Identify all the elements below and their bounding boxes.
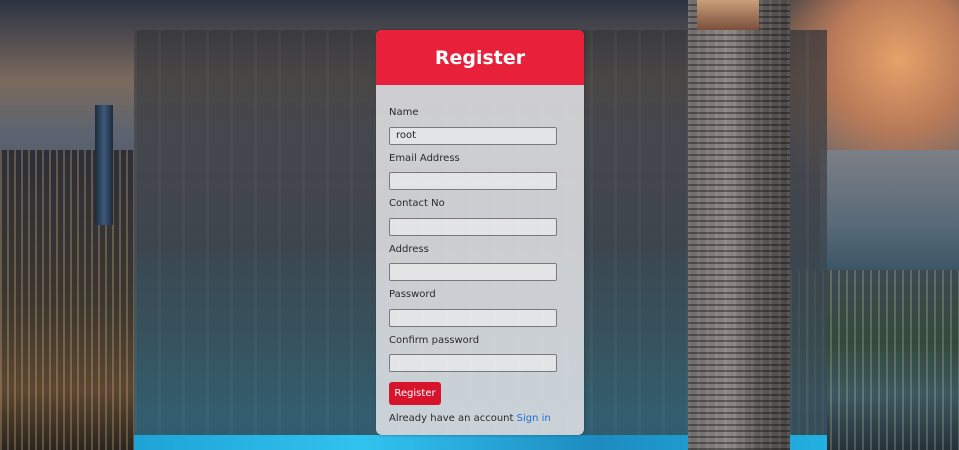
register-card: Register Name Email Address Contact No A… [376,30,584,435]
name-input[interactable] [389,126,557,145]
signin-row: Already have an account Sign in [389,413,571,424]
name-field-group: Name [389,107,571,145]
email-label: Email Address [389,152,460,164]
register-form: Name Email Address Contact No Address Pa… [376,85,584,424]
city-left [0,150,135,450]
account-prompt: Already have an account [389,413,514,424]
password-field-group: Password [389,289,571,327]
tower-left [95,105,113,225]
address-input[interactable] [389,263,557,281]
email-field-group: Email Address [389,152,571,190]
contact-input[interactable] [389,217,557,236]
address-field-group: Address [389,243,571,281]
confirm-password-label: Confirm password [389,334,480,346]
contact-field-group: Contact No [389,198,571,236]
address-label: Address [389,243,429,255]
sea [820,150,959,270]
tower-top [697,0,759,30]
confirm-password-input[interactable] [389,354,557,372]
password-input[interactable] [389,308,557,327]
confirm-password-field-group: Confirm password [389,334,571,372]
email-input[interactable] [389,172,557,190]
contact-label: Contact No [389,198,445,209]
register-button[interactable]: Register [389,382,441,405]
tower-right [688,0,790,450]
signin-link[interactable]: Sign in [517,413,551,424]
password-label: Password [389,289,436,300]
card-header: Register [376,30,584,85]
register-title: Register [434,46,526,69]
name-label: Name [389,107,419,118]
